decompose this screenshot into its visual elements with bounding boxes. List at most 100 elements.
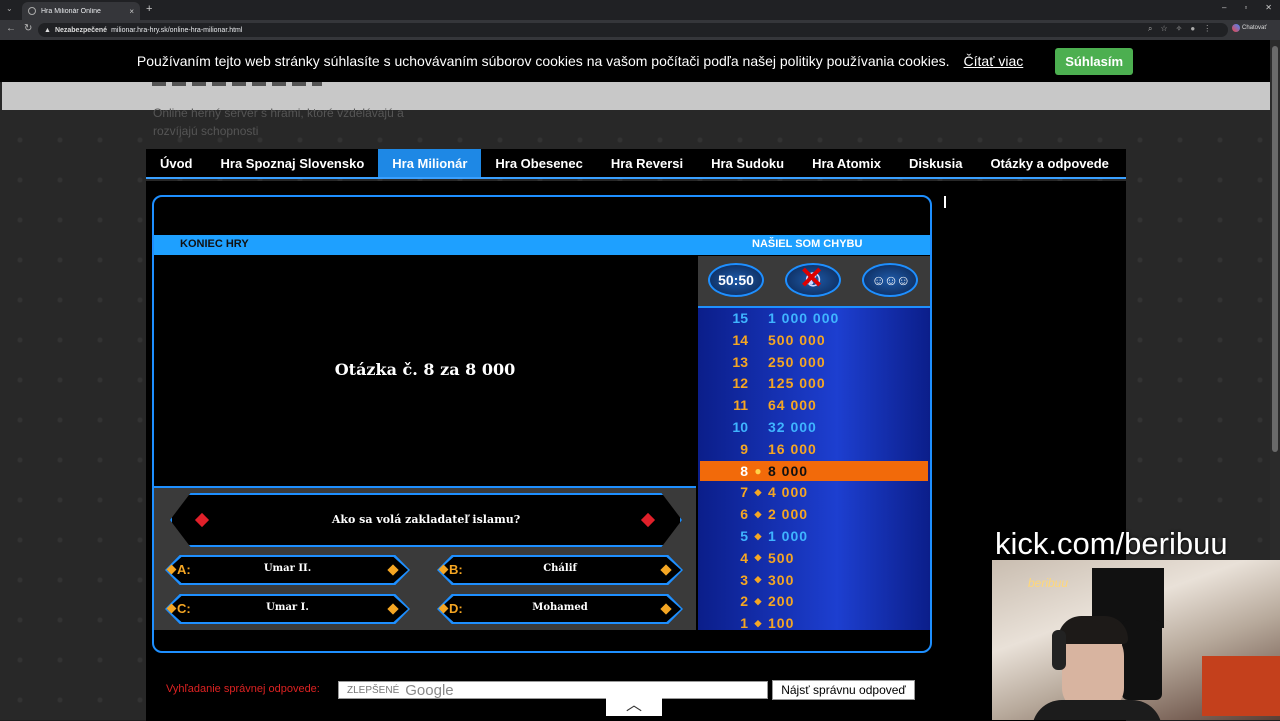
gaming-chair [1122,620,1162,700]
ladder-marker-icon: ◆ [754,574,762,585]
nav-item-diskusia[interactable]: Diskusia [895,149,976,177]
answer-c[interactable]: C: Umar I. [165,594,410,624]
profile-icon[interactable]: ● [1190,24,1195,34]
neon-sign: beribuu [1028,576,1069,590]
headset-icon [1052,630,1066,670]
ladder-level: 9 [740,440,748,457]
minimize-icon[interactable]: – [1222,3,1226,12]
reload-icon[interactable]: ↻ [24,23,32,34]
nav-item-sudoku[interactable]: Hra Sudoku [697,149,798,177]
fifty-fifty-button[interactable]: 50:50 [708,263,764,297]
ladder-marker-icon: ◆ [754,617,762,628]
bookmark-star-icon[interactable]: ☆ [1160,24,1167,34]
chevron-up-icon: ︿ [625,697,642,714]
ladder-amount: 250 000 [768,353,826,370]
search-label: Vyhľadanie správnej odpovede: [166,683,320,695]
browser-tab[interactable]: Hra Milionár Online × [22,2,140,20]
nav-item-milionar[interactable]: Hra Milionár [378,149,482,177]
find-answer-button[interactable]: Nájsť správnu odpoveď [772,680,915,700]
cookie-more-link[interactable]: Čítať viac [964,53,1024,69]
question-text: Ako sa volá zakladateľ islamu? [331,513,521,526]
ladder-amount: 16 000 [768,440,817,457]
ladder-amount: 125 000 [768,375,826,392]
audience-icon: ☺☺☺ [871,272,911,288]
ladder-level: 5 [740,528,748,544]
answer-d[interactable]: D: Mohamed [437,594,683,624]
globe-icon [28,7,36,15]
nav-item-obesenec[interactable]: Hra Obesenec [481,149,596,177]
answer-a[interactable]: A: Umar II. [165,555,410,585]
ladder-row: 10 32 000 [700,417,928,437]
url-input[interactable]: ▲ Nezabezpečené milionar.hra-hry.sk/onli… [38,23,1228,37]
ladder-row: 13 250 000 [700,352,928,372]
more-menu-icon[interactable]: ⋮ [1203,24,1211,34]
report-bug-button[interactable]: NAŠIEL SOM CHYBU [752,238,862,250]
close-tab-icon[interactable]: × [129,7,134,16]
cookie-accept-button[interactable]: Súhlasím [1055,47,1134,75]
google-search-input[interactable]: ZLEPŠENÉ Google [338,681,768,699]
warning-icon: ▲ [44,26,51,34]
ladder-row: 1 ◆ 100 [700,613,928,633]
stream-url-overlay: kick.com/beribuu [995,526,1228,561]
ladder-row: 14 500 000 [700,330,928,350]
security-label[interactable]: Nezabezpečené [55,27,107,34]
new-tab-button[interactable]: + [146,3,152,15]
ladder-amount: 200 [768,593,795,610]
chat-button[interactable]: Chatovať [1232,24,1267,32]
nav-item-uvod[interactable]: Úvod [146,149,207,177]
bed [1202,656,1280,716]
ladder-amount: 500 [768,549,795,566]
used-x-icon: ✕ [799,262,825,295]
ladder-marker-icon: ◆ [754,530,762,541]
tab-search-icon[interactable]: ⌄ [6,4,13,13]
ladder-level: 11 [733,397,748,414]
ladder-row: 4 ◆ 500 [700,548,928,568]
omnibox-icons: ⌕ ☆ ✧ ● ⋮ [1148,24,1211,34]
ladder-row: 15 1 000 000 [700,308,928,328]
ladder-level: 8 [740,462,748,479]
search-placeholder: ZLEPŠENÉ [347,684,400,696]
ladder-row: 6 ◆ 2 000 [700,504,928,524]
window-close-icon[interactable]: ✕ [1265,3,1272,12]
end-game-button[interactable]: KONIEC HRY [180,238,249,250]
ladder-level: 14 [732,331,748,348]
main-nav: Úvod Hra Spoznaj Slovensko Hra Milionár … [146,149,1126,179]
ladder-row-current: 8 ● 8 000 [700,460,928,481]
ladder-marker-icon: ◆ [754,486,762,497]
browser-nav-buttons: ← ↻ [6,23,32,34]
ladder-level: 3 [740,571,748,588]
ladder-row: 12 125 000 [700,373,928,393]
google-logo: Google [405,681,454,699]
gemini-icon [1232,24,1240,32]
ladder-row: 5 ◆ 1 000 [700,526,928,546]
scrollbar-thumb[interactable] [1272,46,1278,452]
chat-label: Chatovať [1242,25,1267,31]
ladder-amount: 4 000 [768,484,809,501]
nav-item-reversi[interactable]: Hra Reversi [597,149,697,177]
text-cursor [944,196,946,208]
extensions-icon[interactable]: ✧ [1176,24,1183,34]
tab-title: Hra Milionár Online [41,7,101,15]
ladder-amount: 500 000 [768,331,826,348]
answer-text: Chálif [543,563,577,574]
browser-tab-bar [0,0,1280,20]
answer-b[interactable]: B: Chálif [437,555,683,585]
ladder-level: 7 [740,484,748,501]
ladder-amount: 1 000 [768,528,809,544]
ladder-row: 9 16 000 [700,439,928,459]
ladder-level: 6 [740,506,748,523]
ladder-marker-icon: ◆ [754,552,762,563]
streamer-body [1032,700,1162,720]
ladder-level: 15 [732,310,748,326]
scroll-up-button[interactable]: ︿ [606,690,662,716]
zoom-icon[interactable]: ⌕ [1148,24,1152,34]
ladder-amount: 2 000 [768,506,809,523]
nav-item-atomix[interactable]: Hra Atomix [798,149,895,177]
ask-audience-button[interactable]: ☺☺☺ [862,263,918,297]
back-icon[interactable]: ← [6,23,16,34]
nav-item-otazky[interactable]: Otázky a odpovede [976,149,1122,177]
question-number: Otázka č. 8 za 8 000 [334,360,516,379]
ladder-level: 2 [740,593,748,610]
maximize-icon[interactable]: ▫ [1244,3,1247,12]
nav-item-spoznaj-slovensko[interactable]: Hra Spoznaj Slovensko [207,149,379,177]
